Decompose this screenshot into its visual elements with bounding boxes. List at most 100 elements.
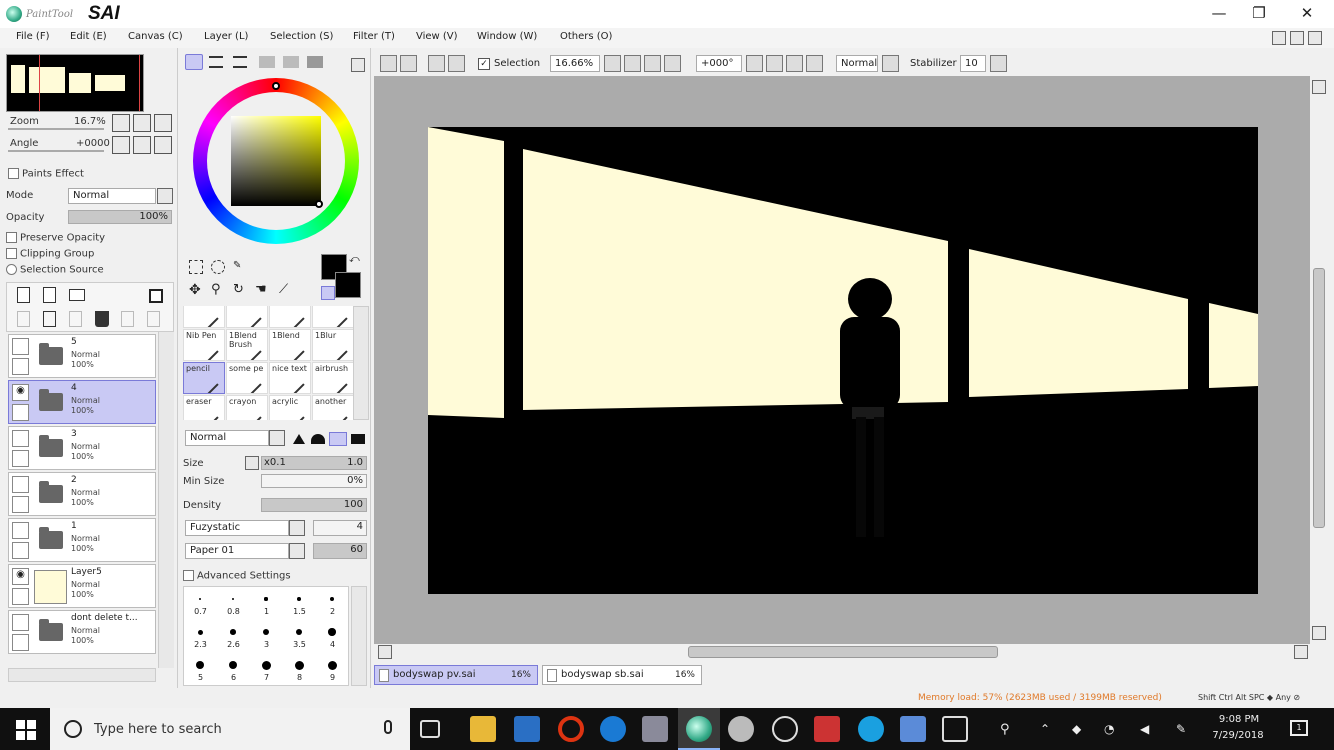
nav-zoom-slider[interactable] xyxy=(8,128,104,130)
brush-acrylic[interactable]: acrylic xyxy=(269,395,311,420)
brush-crayon[interactable]: crayon xyxy=(226,395,268,420)
brush-eraser[interactable]: eraser xyxy=(183,395,225,420)
clipping-group-checkbox[interactable] xyxy=(6,248,17,259)
skype-icon[interactable] xyxy=(858,716,884,742)
size-slider[interactable]: x0.1 1.0 xyxy=(261,456,367,470)
zoom-field[interactable]: 16.66% xyxy=(550,55,600,72)
panel-collapse-icon[interactable] xyxy=(351,58,365,72)
size-preset[interactable]: 9 xyxy=(316,655,348,685)
paint-app-icon[interactable] xyxy=(642,716,668,742)
brush-1blend[interactable]: 1Blend xyxy=(269,329,311,361)
size-preset[interactable]: 7 xyxy=(250,655,283,685)
size-preset[interactable]: 2 xyxy=(316,589,348,622)
paints-effect-header[interactable]: Paints Effect xyxy=(8,168,84,180)
paper-strength-slider[interactable]: 60 xyxy=(313,543,367,559)
texture-strength-slider[interactable]: 4 xyxy=(313,520,367,536)
chevron-down-icon[interactable] xyxy=(289,543,305,559)
brush-nice-text[interactable]: nice text xyxy=(269,362,311,394)
horizontal-scroll-thumb[interactable] xyxy=(688,646,998,658)
deselect-icon[interactable] xyxy=(380,55,397,72)
layer-row[interactable]: 5 Normal 100% xyxy=(8,334,156,378)
brush-airbrush[interactable]: airbrush xyxy=(312,362,354,394)
menu-window[interactable]: Window (W) xyxy=(477,31,537,42)
flatten-icon[interactable] xyxy=(147,311,160,327)
brush-brush[interactable]: Brush xyxy=(269,306,311,328)
brush-airbrush[interactable]: AirBrush xyxy=(226,306,268,328)
menu-edit[interactable]: Edit (E) xyxy=(70,31,107,42)
size-preset[interactable]: 1 xyxy=(250,589,283,622)
layer-lock-icon[interactable] xyxy=(12,404,29,421)
invert-selection-icon[interactable] xyxy=(400,55,417,72)
brush-1blend-brush[interactable]: 1Blend Brush xyxy=(226,329,268,361)
visibility-toggle-icon[interactable] xyxy=(12,614,29,631)
rotate-reset-icon[interactable] xyxy=(806,55,823,72)
edge-icon[interactable] xyxy=(600,716,626,742)
angle-dropdown-icon[interactable] xyxy=(746,55,763,72)
stabilizer-dropdown-icon[interactable] xyxy=(990,55,1007,72)
flip-view-icon[interactable] xyxy=(882,55,899,72)
zoom-in-icon[interactable] xyxy=(644,55,661,72)
paper-texture-select[interactable]: Paper 01 xyxy=(185,543,289,559)
brush-shape-round-icon[interactable] xyxy=(311,434,325,444)
new-layer-icon[interactable] xyxy=(17,287,30,303)
move-icon[interactable]: ✥ xyxy=(189,282,201,298)
hue-wheel[interactable] xyxy=(193,78,359,244)
file-explorer-icon[interactable] xyxy=(470,716,496,742)
stabilizer-field[interactable]: 10 xyxy=(960,55,986,72)
app-icon[interactable] xyxy=(942,716,968,742)
layer-list-hscroll[interactable] xyxy=(8,668,156,682)
navigator-preview[interactable] xyxy=(6,54,144,112)
rotate-right-icon[interactable] xyxy=(786,55,803,72)
new-folder-icon[interactable] xyxy=(69,289,85,301)
selection-source-checkbox[interactable] xyxy=(6,264,17,275)
menu-layer[interactable]: Layer (L) xyxy=(204,31,248,42)
chevron-down-icon[interactable] xyxy=(289,520,305,536)
undo-icon[interactable] xyxy=(428,55,445,72)
visibility-toggle-icon[interactable] xyxy=(12,338,29,355)
hsv-slider-tab-icon[interactable] xyxy=(233,56,247,68)
zoom-out-icon[interactable] xyxy=(624,55,641,72)
selection-checkbox[interactable]: ✓ xyxy=(478,58,490,70)
visibility-toggle-icon[interactable] xyxy=(12,476,29,493)
canvas-vertical-scrollbar[interactable] xyxy=(1310,76,1328,644)
eyedropper-icon[interactable]: ⟋ xyxy=(279,282,288,297)
nav-zoom-in-icon[interactable] xyxy=(133,114,151,132)
min-size-slider[interactable]: 0% xyxy=(261,474,367,488)
canvas-horizontal-scrollbar[interactable] xyxy=(374,644,1310,660)
swatches-tab-icon[interactable] xyxy=(283,56,299,68)
size-presets-scrollbar[interactable] xyxy=(351,586,367,686)
swap-colors-icon[interactable]: ⤺ xyxy=(349,254,360,265)
brush-shape-flat-icon[interactable] xyxy=(329,432,347,446)
size-preset[interactable]: 6 xyxy=(217,655,250,685)
brush-grid-scrollbar[interactable] xyxy=(353,306,369,420)
restore-button[interactable]: ❐ xyxy=(1236,0,1282,28)
menu-filter[interactable]: Filter (T) xyxy=(353,31,395,42)
trash-icon[interactable] xyxy=(95,311,109,327)
scratchpad-tab-icon[interactable] xyxy=(307,56,323,68)
redo-icon[interactable] xyxy=(448,55,465,72)
size-preset[interactable]: 2.3 xyxy=(184,622,217,655)
scroll-up-icon[interactable] xyxy=(1312,80,1326,94)
nav-rotate-reset-icon[interactable] xyxy=(154,136,172,154)
layer-row[interactable]: 2 Normal 100% xyxy=(8,472,156,516)
new-linework-layer-icon[interactable] xyxy=(43,287,56,303)
volume-icon[interactable]: ◀ xyxy=(1140,722,1149,736)
chevron-down-icon[interactable] xyxy=(157,188,173,204)
selection-source-option[interactable]: Selection Source xyxy=(6,264,104,276)
lasso-icon[interactable] xyxy=(211,260,225,274)
taskbar-search-box[interactable]: Type here to search xyxy=(50,708,410,750)
visibility-toggle-icon[interactable] xyxy=(12,522,29,539)
scroll-down-icon[interactable] xyxy=(1312,626,1326,640)
secondary-color-swatch[interactable] xyxy=(335,272,361,298)
size-preset[interactable]: 0.8 xyxy=(217,589,250,622)
layer-row[interactable]: 1 Normal 100% xyxy=(8,518,156,562)
preserve-opacity-checkbox[interactable] xyxy=(6,232,17,243)
nav-angle-slider[interactable] xyxy=(8,150,104,152)
layer-row[interactable]: ◉ 4 Normal 100% xyxy=(8,380,156,424)
layer-row[interactable]: 3 Normal 100% xyxy=(8,426,156,470)
brush-pencil[interactable]: pencil xyxy=(183,362,225,394)
view-mode-field[interactable]: Normal xyxy=(836,55,878,72)
app-icon[interactable] xyxy=(814,716,840,742)
rotate-icon[interactable]: ↻ xyxy=(233,282,244,297)
tab-bodyswap-pv[interactable]: bodyswap pv.sai 16% xyxy=(374,665,538,685)
